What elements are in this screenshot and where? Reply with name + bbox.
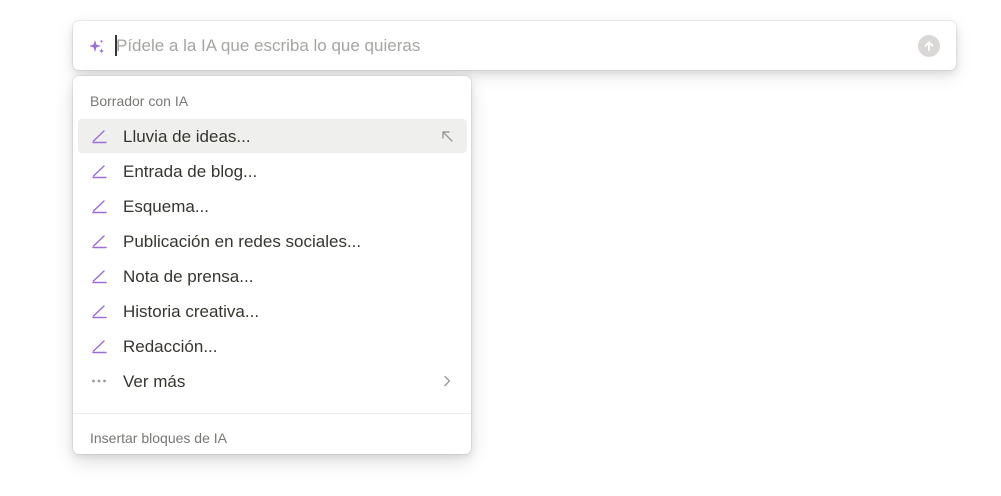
send-button[interactable]: [918, 35, 940, 57]
section-title-draft: Borrador con IA: [90, 93, 189, 109]
menu-item-label: Lluvia de ideas...: [123, 127, 251, 146]
more-dots-icon: [92, 379, 106, 383]
section-title-ai-blocks: Insertar bloques de IA: [90, 430, 227, 446]
menu-item-social-post[interactable]: Publicación en redes sociales...: [78, 224, 467, 258]
menu-item-label: Redacción...: [123, 337, 218, 356]
arrow-up-icon: [924, 41, 934, 51]
menu-item-label: Ver más: [123, 372, 186, 391]
menu-item-creative-story[interactable]: Historia creativa...: [78, 294, 467, 328]
menu-item-label: Publicación en redes sociales...: [123, 232, 362, 251]
pencil-icon: [92, 130, 107, 144]
menu-item-label: Historia creativa...: [123, 302, 260, 321]
menu-item-essay[interactable]: Redacción...: [78, 329, 467, 363]
menu-item-brainstorm[interactable]: Lluvia de ideas...: [78, 119, 467, 153]
menu-divider: [73, 413, 471, 414]
menu-item-label: Nota de prensa...: [123, 267, 254, 286]
menu-item-see-more[interactable]: Ver más: [78, 364, 467, 398]
menu-item-blog-post[interactable]: Entrada de blog...: [78, 154, 467, 188]
menu-item-label: Entrada de blog...: [123, 162, 258, 181]
ai-prompt-bar[interactable]: [73, 21, 956, 70]
pencil-icon: [92, 305, 107, 319]
sparkle-icon: [89, 39, 104, 54]
ai-prompt-input[interactable]: [116, 34, 896, 58]
pencil-icon: [92, 270, 107, 284]
menu-item-press-release[interactable]: Nota de prensa...: [78, 259, 467, 293]
pencil-icon: [92, 200, 107, 214]
arrow-up-left-icon: [442, 131, 453, 142]
chevron-right-icon: [444, 375, 451, 387]
pencil-icon: [92, 235, 107, 249]
pencil-icon: [92, 340, 107, 354]
menu-item-label: Esquema...: [123, 197, 209, 216]
pencil-icon: [92, 165, 107, 179]
menu-item-outline[interactable]: Esquema...: [78, 189, 467, 223]
ai-suggestions-menu: Borrador con IA Lluvia de ideas... Entra…: [73, 76, 471, 454]
